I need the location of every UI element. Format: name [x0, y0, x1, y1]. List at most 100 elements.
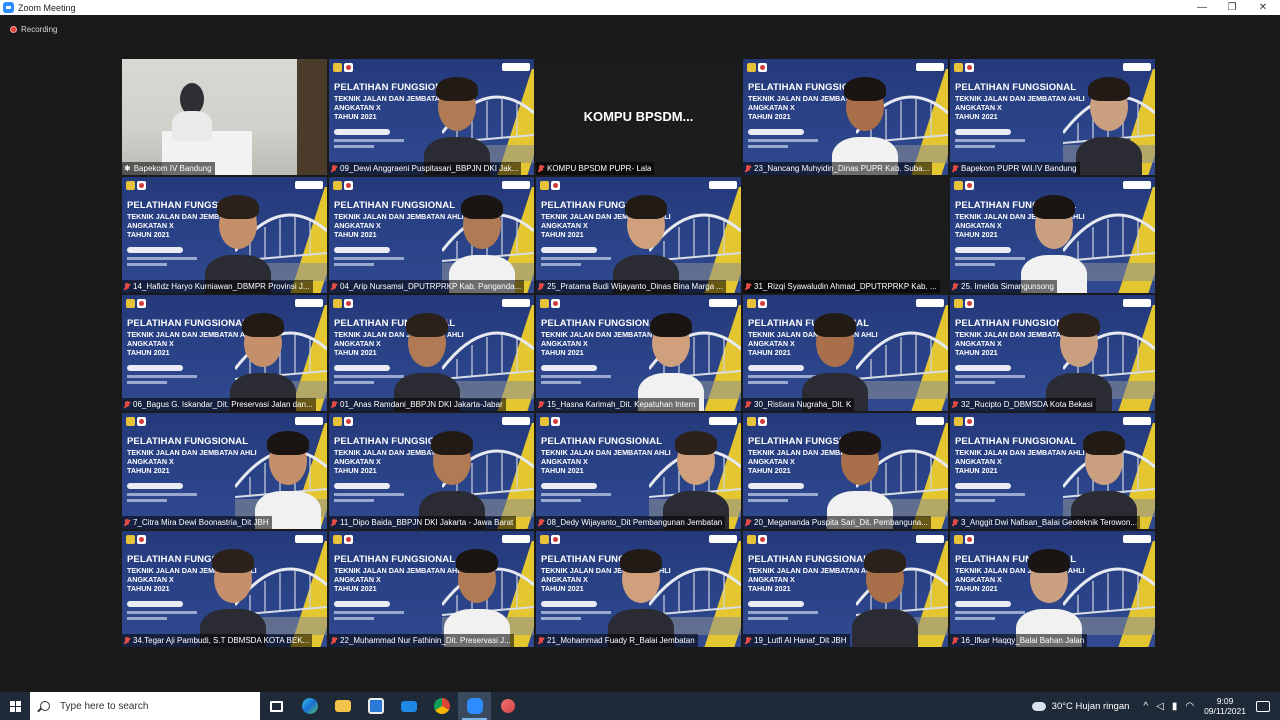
date-pill [955, 483, 1011, 489]
wifi-icon[interactable]: ◠ [1185, 701, 1194, 712]
snip-app[interactable] [491, 692, 524, 720]
slide-line: ANGKATAN X [955, 457, 1002, 466]
slide-line: ANGKATAN X [955, 575, 1002, 584]
edge-app[interactable] [293, 692, 326, 720]
slide-line: TAHUN 2021 [541, 348, 584, 357]
participant-name: 15_Hasna Karimah_Dit. Kepatuhan Intern [547, 400, 696, 409]
slide-footer-line [541, 263, 581, 266]
chevron-up-icon[interactable]: ^ [1143, 701, 1148, 712]
participant-tile[interactable]: PELATIHAN FUNGSIONAL TEKNIK JALAN DAN JEM… [743, 295, 948, 411]
muted-microphone-icon [952, 282, 958, 291]
task-view-button[interactable] [260, 692, 293, 720]
close-button[interactable]: ✕ [1248, 0, 1278, 15]
chrome-icon [433, 698, 450, 714]
participant-tile[interactable]: PELATIHAN FUNGSIONAL TEKNIK JALAN DAN JEM… [329, 295, 534, 411]
participant-tile[interactable]: PELATIHAN FUNGSIONAL TEKNIK JALAN DAN JEM… [329, 413, 534, 529]
participant-hair [406, 313, 448, 337]
participant-tile[interactable]: PELATIHAN FUNGSIONAL TEKNIK JALAN DAN JEM… [536, 177, 741, 293]
participant-tile[interactable]: PELATIHAN FUNGSIONAL TEKNIK JALAN DAN JEM… [950, 177, 1155, 293]
muted-microphone-icon [745, 518, 751, 527]
pin-icon: ✱ [124, 164, 131, 173]
participant-tile[interactable]: PELATIHAN FUNGSIONAL TEKNIK JALAN DAN JEM… [950, 531, 1155, 647]
pu-badge-icon [502, 63, 530, 71]
pu-badge-icon [1123, 417, 1151, 425]
participant-tile[interactable]: PELATIHAN FUNGSIONAL TEKNIK JALAN DAN JEM… [743, 531, 948, 647]
restore-button[interactable]: ❐ [1217, 0, 1247, 15]
pupr-logo-icon [954, 535, 963, 544]
participant-tile[interactable]: 31_Rizqi Syawaludin Ahmad_DPUTRPRKP Kab.… [743, 177, 948, 293]
notification-icon[interactable] [1256, 700, 1270, 712]
participant-tile[interactable]: KOMPU BPSDM... KOMPU BPSDM PUPR- Lala [536, 59, 741, 175]
slide-subtitle: TEKNIK JALAN DAN JEMBATAN AHLI ANGKATAN X… [334, 212, 464, 239]
slide-line: TAHUN 2021 [541, 584, 584, 593]
slide-line: ANGKATAN X [748, 575, 795, 584]
pupr-logo-icon [747, 417, 756, 426]
participant-name-bar: 31_Rizqi Syawaludin Ahmad_DPUTRPRKP Kab.… [743, 280, 940, 293]
slide-line: ANGKATAN X [127, 339, 174, 348]
participant-tile[interactable]: PELATIHAN FUNGSIONAL TEKNIK JALAN DAN JEM… [122, 295, 327, 411]
participant-tile[interactable]: PELATIHAN FUNGSIONAL TEKNIK JALAN DAN JEM… [950, 295, 1155, 411]
participant-hair [461, 195, 503, 219]
file-explorer-app[interactable] [326, 692, 359, 720]
date-pill [955, 601, 1011, 607]
participant-tile[interactable]: PELATIHAN FUNGSIONAL TEKNIK JALAN DAN JEM… [329, 177, 534, 293]
participant-tile[interactable]: PELATIHAN FUNGSIONAL TEKNIK JALAN DAN JEM… [329, 531, 534, 647]
taskbar-search[interactable]: Type here to search [30, 692, 260, 720]
start-button[interactable] [0, 692, 30, 720]
participant-tile[interactable]: PELATIHAN FUNGSIONAL TEKNIK JALAN DAN JEM… [743, 59, 948, 175]
participant-tile[interactable]: PELATIHAN FUNGSIONAL TEKNIK JALAN DAN JEM… [536, 413, 741, 529]
participant-tile[interactable]: PELATIHAN FUNGSIONAL TEKNIK JALAN DAN JEM… [950, 59, 1155, 175]
slide-line: TAHUN 2021 [127, 466, 170, 475]
pu-badge-icon [916, 535, 944, 543]
muted-microphone-icon [331, 636, 337, 645]
participant-tile[interactable]: PELATIHAN FUNGSIONAL TEKNIK JALAN DAN JEM… [122, 531, 327, 647]
chrome-app[interactable] [425, 692, 458, 720]
slide-footer-line [748, 617, 788, 620]
slide-footer-line [127, 499, 167, 502]
bpsdm-logo-icon [551, 417, 560, 426]
participant-tile[interactable]: PELATIHAN FUNGSIONAL TEKNIK JALAN DAN JEM… [122, 177, 327, 293]
participant-tile[interactable]: PELATIHAN FUNGSIONAL TEKNIK JALAN DAN JEM… [536, 531, 741, 647]
pu-badge-icon [1123, 535, 1151, 543]
microphone-icon[interactable]: ▮ [1172, 701, 1178, 712]
zoom-app-icon [3, 2, 14, 13]
minimize-button[interactable]: — [1187, 0, 1217, 15]
slide-footer-line [748, 381, 788, 384]
participant-name-bar: 32_Rucipto D_DBMSDA Kota Bekasi [950, 398, 1096, 411]
participant-tile[interactable]: PELATIHAN FUNGSIONAL TEKNIK JALAN DAN JEM… [122, 413, 327, 529]
participant-tile[interactable]: ✱ Bapekom IV Bandung [122, 59, 327, 175]
bpsdm-logo-icon [965, 63, 974, 72]
slide-line: TAHUN 2021 [748, 112, 791, 121]
pupr-logo-icon [954, 299, 963, 308]
participant-name-bar: 14_Hafidz Haryo Kurniawan_DBMPR Provinsi… [122, 280, 313, 293]
participant-name: 34.Tegar Aji Pambudi, S.T DBMSDA KOTA BE… [133, 636, 310, 645]
recording-indicator[interactable]: Recording [10, 24, 57, 34]
slide-title: PELATIHAN FUNGSIONAL [541, 436, 663, 447]
slide-line: ANGKATAN X [541, 457, 588, 466]
search-icon [40, 701, 50, 711]
mail-app[interactable] [392, 692, 425, 720]
slide-line: ANGKATAN X [334, 103, 381, 112]
participant-body [852, 609, 918, 647]
mail-icon [400, 700, 417, 712]
taskbar-clock[interactable]: 9:09 09/11/2021 [1204, 696, 1246, 716]
participant-tile[interactable]: PELATIHAN FUNGSIONAL TEKNIK JALAN DAN JEM… [329, 59, 534, 175]
store-app[interactable] [359, 692, 392, 720]
slide-line: TAHUN 2021 [541, 230, 584, 239]
participant-name-bar: 16_Ifkar Haqqy_Balai Bahan Jalan [950, 634, 1088, 647]
participant-tile[interactable]: PELATIHAN FUNGSIONAL TEKNIK JALAN DAN JEM… [743, 413, 948, 529]
participant-tile[interactable]: PELATIHAN FUNGSIONAL TEKNIK JALAN DAN JEM… [536, 295, 741, 411]
bpsdm-logo-icon [965, 299, 974, 308]
participant-name: 3_Anggit Dwi Nafisan_Balai Geoteknik Ter… [961, 518, 1137, 527]
recording-label: Recording [21, 24, 58, 34]
participant-name-bar: 11_Dipo Baida_BBPJN DKI Jakarta - Jawa B… [329, 516, 517, 529]
pu-badge-icon [295, 535, 323, 543]
zoom-app[interactable] [458, 692, 491, 720]
weather-label[interactable]: 30°C Hujan ringan [1052, 701, 1130, 712]
date-pill [127, 247, 183, 253]
volume-icon[interactable]: ◁ [1156, 701, 1164, 712]
muted-microphone-icon [331, 164, 337, 173]
pupr-logo-icon [540, 417, 549, 426]
participant-name: 22_Muhammad Nur Fathinin_Dit. Preservasi… [340, 636, 511, 645]
participant-tile[interactable]: PELATIHAN FUNGSIONAL TEKNIK JALAN DAN JEM… [950, 413, 1155, 529]
